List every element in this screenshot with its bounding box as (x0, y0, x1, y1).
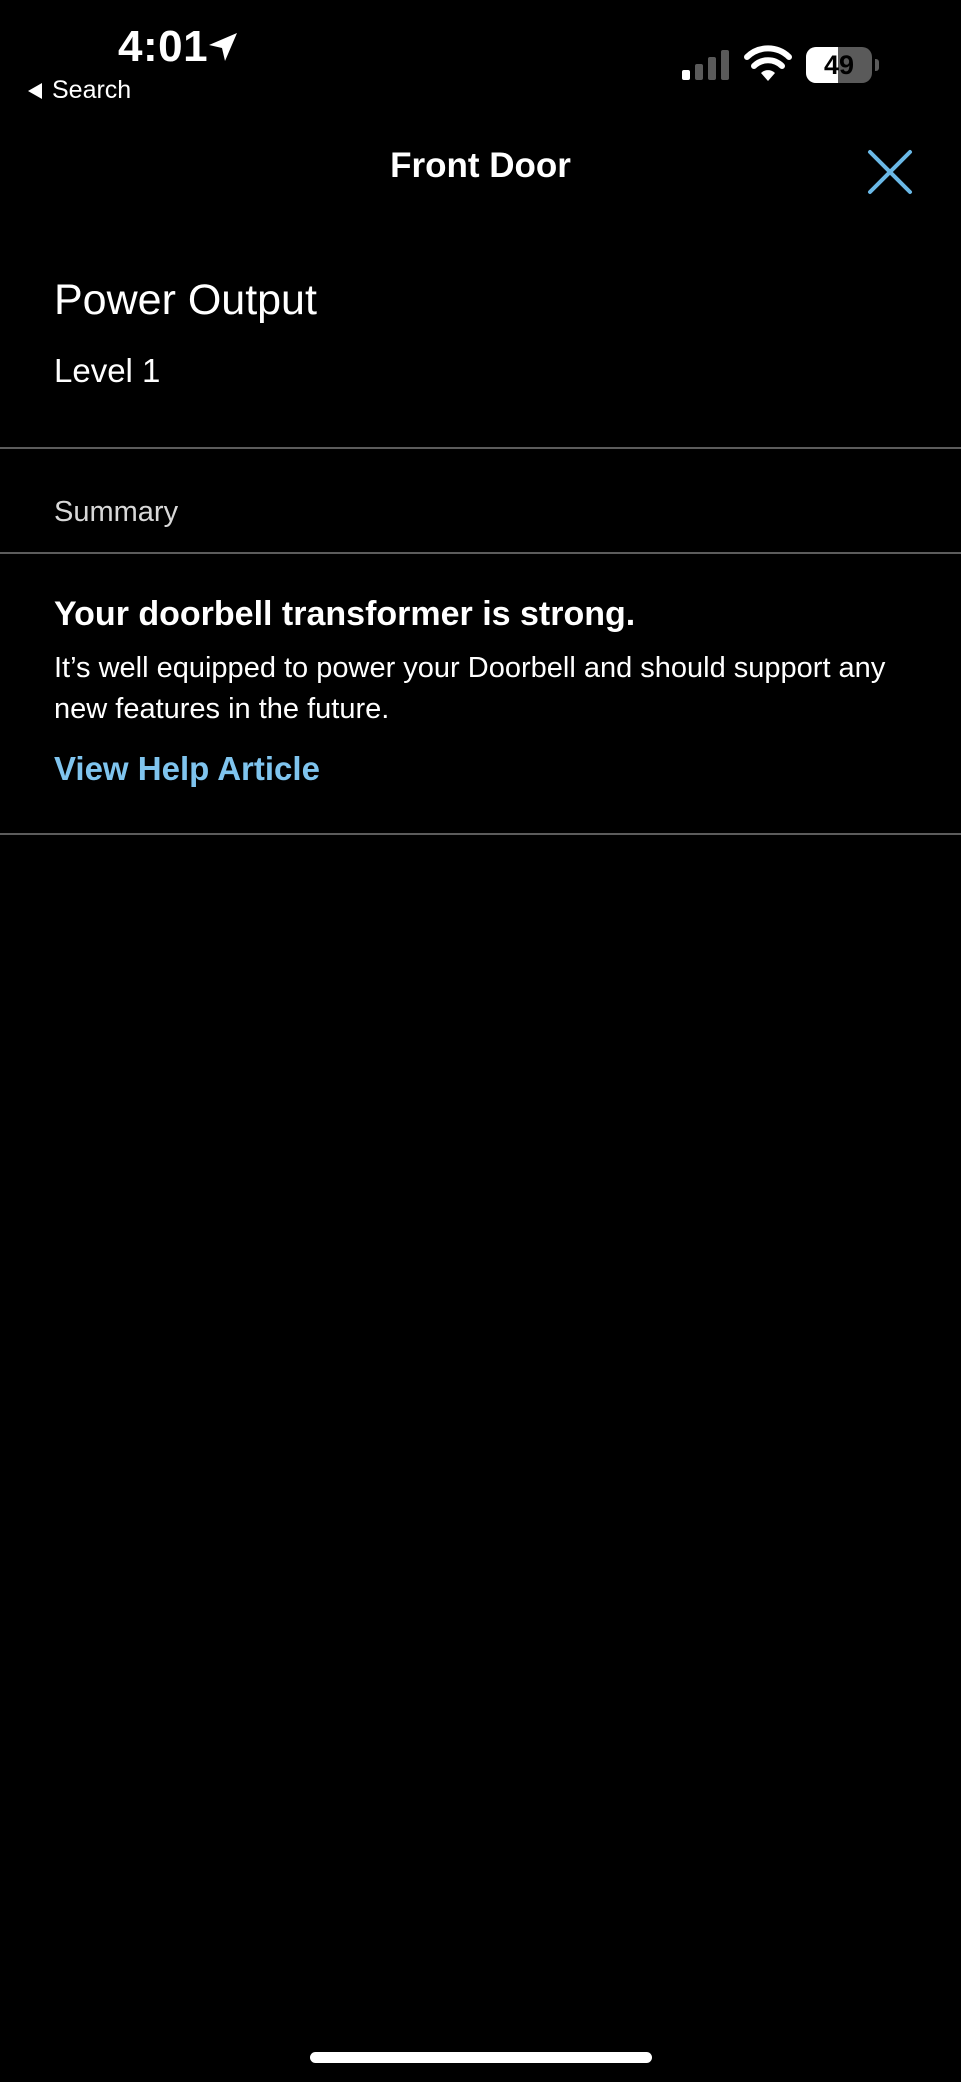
home-indicator[interactable] (310, 2052, 652, 2063)
summary-heading: Your doorbell transformer is strong. (54, 595, 636, 633)
power-output-level: Level 1 (54, 352, 161, 389)
summary-divider (0, 552, 961, 554)
location-arrow-icon (209, 33, 237, 61)
view-help-article-link[interactable]: View Help Article (54, 750, 320, 788)
page-title: Front Door (390, 146, 571, 185)
battery-percent: 49 (823, 50, 855, 80)
cellular-signal-icon (682, 50, 729, 80)
power-output-title: Power Output (54, 276, 317, 324)
close-icon (868, 150, 912, 194)
back-to-search-button[interactable]: Search (28, 76, 131, 105)
bottom-divider (0, 833, 961, 835)
summary-body: It’s well equipped to power your Doorbel… (54, 652, 886, 725)
battery-body: 49 (806, 47, 872, 83)
back-arrow-icon (28, 82, 42, 99)
summary-label: Summary (54, 496, 179, 528)
status-bar: 4:01 Search 49 (0, 0, 961, 115)
status-time: 4:01 (118, 22, 209, 71)
section-divider (0, 447, 961, 449)
back-label: Search (52, 76, 132, 104)
close-button[interactable] (862, 144, 918, 200)
battery-indicator: 49 (806, 47, 879, 83)
wifi-icon (744, 45, 792, 81)
battery-nub (875, 59, 879, 71)
